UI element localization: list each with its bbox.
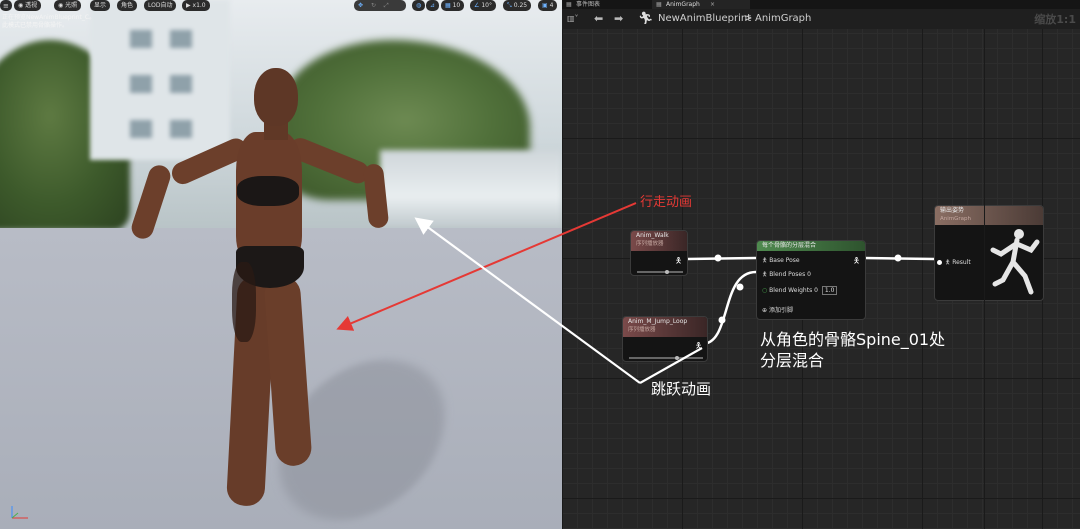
annotation-jump-animation: 跳跃动画: [651, 380, 712, 398]
pin-result[interactable]: 🯅 Result: [937, 258, 971, 268]
surface-snap-icon: ⊿: [430, 2, 436, 9]
pose-output-pin-icon[interactable]: 🯅: [853, 255, 860, 269]
camera-speed-button[interactable]: ▣ 4: [538, 0, 558, 11]
annotation-walk-animation: 行走动画: [640, 195, 693, 210]
play-speed-button[interactable]: ▶ x1.0: [182, 0, 210, 11]
playback-progress-knob[interactable]: [675, 356, 679, 360]
wire-jump-to-blend: [701, 270, 757, 346]
float-pin-icon: ○: [762, 287, 768, 294]
anim-graph-panel[interactable]: ▦ 事件图表 ▦ AnimGraph × ▥˅ ⬅ ➡ 🏃︎ NewAnimBl…: [562, 0, 1080, 529]
pose-output-pin-icon[interactable]: 🯅: [695, 340, 702, 354]
move-icon[interactable]: ↻: [371, 2, 376, 9]
node-anim-walk[interactable]: Anim_Walk 序列播放器 🯅: [630, 230, 688, 276]
background-cars: [380, 150, 562, 228]
annotation-blend-note: 从角色的骨骼Spine_01处 分层混合: [760, 330, 946, 370]
viewport-toolbar: ≡ ◉ 透视 ◉ 光照 显示 角色 LOD自动 ▶ x1.0 ✥ ↻ ⤢ ◍ ⊿…: [0, 0, 562, 12]
reroute-dot: [714, 254, 722, 262]
blend-weight-input[interactable]: 1.0: [821, 286, 838, 295]
transform-tools[interactable]: ✥ ↻ ⤢: [354, 0, 406, 11]
pin-blend-weights-0[interactable]: ○ Blend Weights 0 1.0: [762, 286, 838, 295]
playback-progress-bar: [629, 357, 703, 359]
axis-gizmo: [11, 506, 28, 519]
background-building: [90, 0, 230, 160]
add-pin-button[interactable]: ⊕ 添加引脚: [762, 305, 793, 314]
scale-snap-icon: ⤡: [507, 2, 512, 9]
viewport-menu-button[interactable]: ≡: [0, 0, 12, 11]
grid-snap-button[interactable]: ▦ 10: [441, 0, 465, 11]
pin-blend-poses-0[interactable]: 🯅 Blend Poses 0: [762, 270, 811, 280]
lod-button[interactable]: LOD自动: [144, 0, 177, 11]
plus-circle-icon: ⊕: [762, 307, 768, 314]
reroute-dot: [894, 254, 902, 262]
surface-snap-toggle[interactable]: ⊿: [426, 0, 440, 11]
show-button[interactable]: 显示: [90, 0, 111, 11]
world-local-toggle[interactable]: ◍: [412, 0, 426, 11]
hamburger-icon: ≡: [3, 2, 9, 10]
scale-icon[interactable]: ⤢: [384, 2, 389, 9]
reroute-dot: [718, 316, 726, 324]
character-button[interactable]: 角色: [117, 0, 138, 11]
preview-viewport[interactable]: ≡ ◉ 透视 ◉ 光照 显示 角色 LOD自动 ▶ x1.0 ✥ ↻ ⤢ ◍ ⊿…: [0, 0, 562, 529]
angle-snap-button[interactable]: ∠ 10°: [470, 0, 496, 11]
grid-icon: ▦: [445, 2, 451, 9]
reroute-dot: [736, 283, 744, 291]
globe-icon: ◍: [416, 2, 422, 9]
lighting-button[interactable]: ◉ 光照: [54, 0, 82, 11]
node-anim-jump-loop[interactable]: Anim_M_Jump_Loop 序列播放器 🯅: [622, 316, 708, 362]
viewport-info: 正在预览NewAnimBlueprint_C。 此模式已禁用骨骼操作。: [2, 14, 96, 29]
pin-base-pose[interactable]: 🯅 Base Pose: [762, 256, 800, 266]
wire-walk-to-base: [686, 256, 757, 261]
node-layered-blend-per-bone[interactable]: 每个骨骼的分层混合 🯅 Base Pose 🯅 🯅 Blend Poses 0 …: [756, 240, 866, 320]
node-output-pose[interactable]: 输出姿势 AnimGraph 🯅 Result: [934, 205, 1044, 301]
pose-output-pin-icon[interactable]: 🯅: [675, 255, 682, 269]
camera-icon: ▣: [542, 2, 548, 9]
angle-icon: ∠: [474, 2, 480, 9]
perspective-button[interactable]: ◉ 透视: [14, 0, 42, 11]
scale-snap-button[interactable]: ⤡ 0.25: [503, 0, 532, 11]
grid-major-line: [984, 29, 985, 529]
playback-progress-bar: [637, 271, 683, 273]
playback-progress-knob[interactable]: [665, 270, 669, 274]
select-icon[interactable]: ✥: [358, 2, 363, 9]
running-mannequin-icon: [990, 229, 1040, 295]
